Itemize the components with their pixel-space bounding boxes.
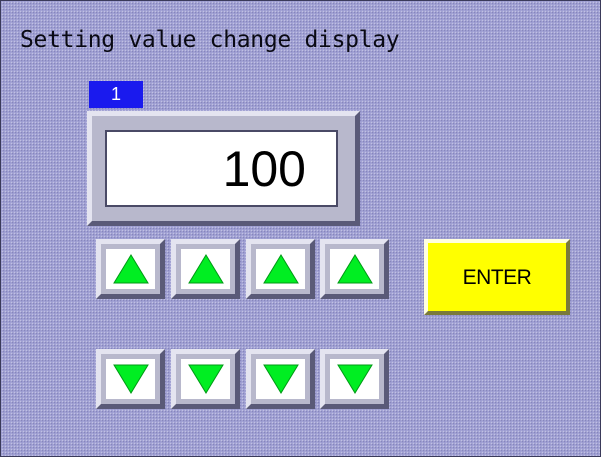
enter-button[interactable]: ENTER — [424, 239, 570, 315]
down-arrow-icon — [112, 364, 149, 394]
down-arrow-icon — [187, 364, 224, 394]
digit-4-down-button[interactable] — [320, 349, 389, 409]
value-display-window: 100 — [105, 130, 338, 207]
up-arrow-icon — [112, 254, 149, 284]
down-arrow-icon — [336, 364, 373, 394]
enter-button-label: ENTER — [462, 266, 532, 289]
digit-2-up-button[interactable] — [171, 239, 240, 299]
digit-1-down-button[interactable] — [96, 349, 165, 409]
digit-position-badge: 1 — [89, 81, 143, 108]
screen-title: Setting value change display — [20, 27, 400, 53]
digit-1-up-button[interactable] — [96, 239, 165, 299]
digit-4-up-button[interactable] — [320, 239, 389, 299]
setting-value: 100 — [222, 141, 306, 197]
hmi-screen: Setting value change display 1 100 ENTER — [0, 0, 601, 457]
up-arrow-icon — [187, 254, 224, 284]
up-arrow-icon — [262, 254, 299, 284]
down-arrow-icon — [262, 364, 299, 394]
digit-3-down-button[interactable] — [246, 349, 315, 409]
up-arrow-icon — [336, 254, 373, 284]
value-display-frame: 100 — [87, 111, 360, 226]
digit-2-down-button[interactable] — [171, 349, 240, 409]
digit-3-up-button[interactable] — [246, 239, 315, 299]
